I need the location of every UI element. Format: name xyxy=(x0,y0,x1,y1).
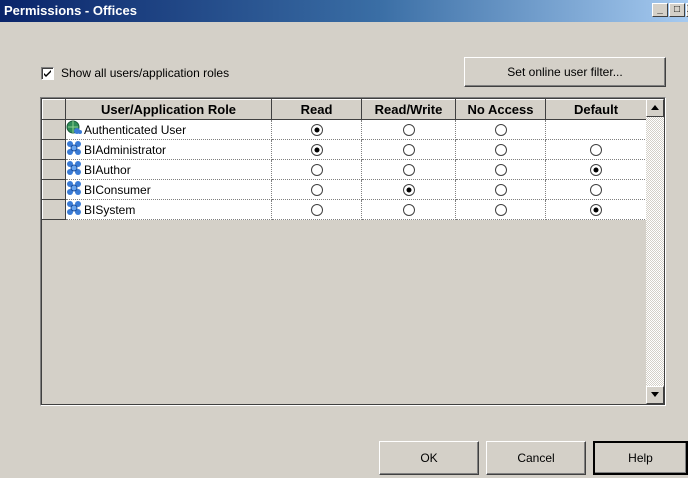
row-selector-header[interactable] xyxy=(42,99,66,120)
read-write-radio[interactable] xyxy=(402,163,415,177)
role-name: BIAdministrator xyxy=(84,142,167,157)
read-write-cell xyxy=(361,179,456,200)
read-write-cell xyxy=(361,199,456,220)
arrow-up-icon xyxy=(651,105,659,110)
read-cell xyxy=(271,139,362,160)
read-write-radio[interactable] xyxy=(402,183,415,197)
role-name-cell: BISystem xyxy=(65,199,272,220)
read-write-cell xyxy=(361,139,456,160)
table-row[interactable]: Authenticated User xyxy=(42,119,647,140)
default-cell xyxy=(545,119,647,140)
permissions-grid: User/Application Role Read Read/Write No… xyxy=(40,97,666,406)
no-access-radio[interactable] xyxy=(494,163,507,177)
read-write-radio[interactable] xyxy=(402,203,415,217)
read-radio[interactable] xyxy=(310,183,323,197)
no-access-radio[interactable] xyxy=(494,203,507,217)
read-cell xyxy=(271,159,362,180)
show-all-roles-label: Show all users/application roles xyxy=(61,66,230,80)
read-radio[interactable] xyxy=(310,123,323,137)
no-access-cell xyxy=(455,159,546,180)
role-name: BISystem xyxy=(84,202,136,217)
no-access-cell xyxy=(455,179,546,200)
permissions-table: User/Application Role Read Read/Write No… xyxy=(42,99,647,220)
arrow-down-icon xyxy=(651,392,659,397)
show-all-roles-checkbox[interactable] xyxy=(41,66,54,80)
column-header-read-write[interactable]: Read/Write xyxy=(361,99,456,120)
role-name: BIConsumer xyxy=(84,182,151,197)
read-write-cell xyxy=(361,159,456,180)
group-icon xyxy=(66,140,84,159)
default-radio[interactable] xyxy=(590,143,602,157)
row-selector[interactable] xyxy=(42,139,66,160)
column-header-role[interactable]: User/Application Role xyxy=(65,99,272,120)
checkmark-icon xyxy=(44,69,51,77)
role-name-cell: BIConsumer xyxy=(65,179,272,200)
row-selector[interactable] xyxy=(42,199,66,220)
default-radio[interactable] xyxy=(590,183,602,197)
show-all-roles-option[interactable]: Show all users/application roles xyxy=(41,65,229,81)
minimize-button[interactable]: _ xyxy=(652,3,668,17)
help-button[interactable]: Help xyxy=(593,441,688,475)
no-access-cell xyxy=(455,119,546,140)
read-write-radio[interactable] xyxy=(402,143,415,157)
permissions-dialog: Permissions - Offices _ □ X Show all use… xyxy=(0,0,688,478)
default-cell xyxy=(545,199,647,220)
read-write-cell xyxy=(361,119,456,140)
read-cell xyxy=(271,179,362,200)
scroll-track[interactable] xyxy=(646,117,664,386)
scroll-down-button[interactable] xyxy=(646,386,664,404)
row-selector[interactable] xyxy=(42,179,66,200)
vertical-scrollbar[interactable] xyxy=(646,99,664,404)
window-title: Permissions - Offices xyxy=(4,3,137,18)
globe-users-icon xyxy=(66,120,84,139)
table-row[interactable]: BISystem xyxy=(42,199,647,220)
no-access-radio[interactable] xyxy=(494,143,507,157)
maximize-button[interactable]: □ xyxy=(669,3,685,17)
set-online-user-filter-button[interactable]: Set online user filter... xyxy=(464,57,666,87)
column-header-read[interactable]: Read xyxy=(271,99,362,120)
read-radio[interactable] xyxy=(310,163,323,177)
grid-body: User/Application Role Read Read/Write No… xyxy=(42,99,664,404)
group-icon xyxy=(66,160,84,179)
group-icon xyxy=(66,200,84,219)
default-cell xyxy=(545,139,647,160)
row-selector[interactable] xyxy=(42,159,66,180)
no-access-radio[interactable] xyxy=(494,183,507,197)
no-access-radio[interactable] xyxy=(494,123,507,137)
default-radio[interactable] xyxy=(590,163,602,177)
role-name-cell: Authenticated User xyxy=(65,119,272,140)
default-radio[interactable] xyxy=(590,203,602,217)
title-bar[interactable]: Permissions - Offices _ □ X xyxy=(0,0,688,22)
group-icon xyxy=(66,180,84,199)
cancel-button[interactable]: Cancel xyxy=(486,441,586,475)
default-cell xyxy=(545,159,647,180)
read-cell xyxy=(271,199,362,220)
no-access-cell xyxy=(455,139,546,160)
column-header-default[interactable]: Default xyxy=(545,99,647,120)
table-row[interactable]: BIAuthor xyxy=(42,159,647,180)
table-header-row: User/Application Role Read Read/Write No… xyxy=(42,99,647,120)
read-radio[interactable] xyxy=(310,143,323,157)
default-cell xyxy=(545,179,647,200)
table-row[interactable]: BIAdministrator xyxy=(42,139,647,160)
role-name-cell: BIAdministrator xyxy=(65,139,272,160)
ok-button[interactable]: OK xyxy=(379,441,479,475)
read-cell xyxy=(271,119,362,140)
role-name: BIAuthor xyxy=(84,162,131,177)
read-radio[interactable] xyxy=(310,203,323,217)
scroll-up-button[interactable] xyxy=(646,99,664,117)
role-name: Authenticated User xyxy=(84,122,187,137)
column-header-no-access[interactable]: No Access xyxy=(455,99,546,120)
no-access-cell xyxy=(455,199,546,220)
read-write-radio[interactable] xyxy=(402,123,415,137)
table-row[interactable]: BIConsumer xyxy=(42,179,647,200)
role-name-cell: BIAuthor xyxy=(65,159,272,180)
row-selector[interactable] xyxy=(42,119,66,140)
